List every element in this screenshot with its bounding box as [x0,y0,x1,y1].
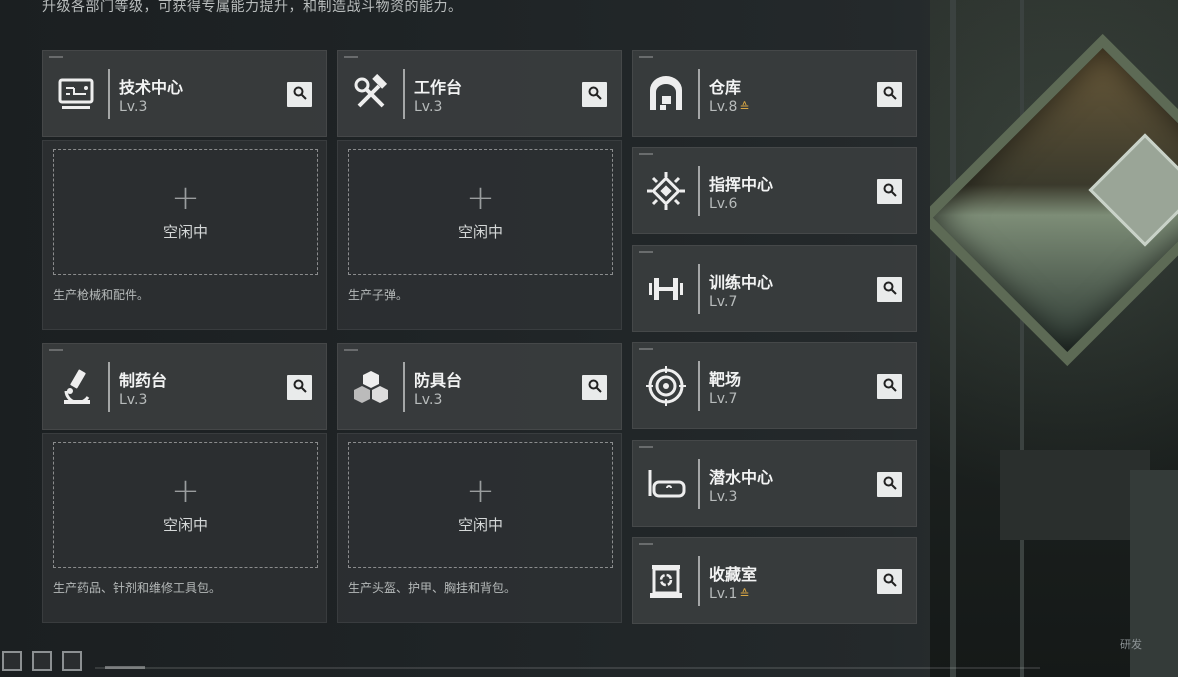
search-button[interactable] [877,82,902,107]
department-level: Lv.3 [119,392,148,408]
department-card-workbench[interactable]: 工作台 Lv.3 [337,50,622,137]
chip-icon [645,170,687,212]
slot-status: 空闲中 [162,222,208,241]
department-card-collection-room[interactable]: 收藏室 Lv.1 ≙ [632,537,917,624]
department-name: 制药台 [119,371,168,390]
department-level: Lv.3 [119,99,148,115]
add-production-button[interactable]: + 空闲中 [53,149,318,275]
add-production-button[interactable]: + 空闲中 [53,442,318,568]
slot-description: 生产子弹。 [348,288,409,302]
department-level: Lv.3 [709,489,738,505]
plus-icon: + [171,470,200,511]
department-level: Lv.6 [709,196,738,212]
search-icon [883,377,897,396]
department-card-diving-center[interactable]: 潜水中心 Lv.3 [632,440,917,527]
plus-icon: + [466,470,495,511]
department-name: 防具台 [414,371,463,390]
department-card-warehouse[interactable]: 仓库 Lv.8 ≙ [632,50,917,137]
search-button[interactable] [877,179,902,204]
search-icon [883,572,897,591]
department-name: 技术中心 [119,78,184,97]
search-button[interactable] [287,375,312,400]
add-production-button[interactable]: + 空闲中 [348,149,613,275]
search-icon [883,475,897,494]
expand-icon[interactable] [2,651,22,671]
microscope-icon [55,366,97,408]
search-icon [883,182,897,201]
department-card-pharmacy[interactable]: 制药台 Lv.3 [42,343,327,430]
department-card-training-center[interactable]: 训练中心 Lv.7 [632,245,917,332]
dumbbell-icon [645,268,687,310]
search-button[interactable] [877,569,902,594]
production-slot-workbench: + 空闲中 生产子弹。 [337,140,622,330]
bottom-toolbar [0,647,1178,677]
slot-description: 生产头盔、护甲、胸挂和背包。 [348,581,517,595]
production-slot-pharmacy: + 空闲中 生产药品、针剂和维修工具包。 [42,433,327,623]
department-level: Lv.7 [709,391,738,407]
department-level: Lv.7 [709,294,738,310]
plus-icon: + [466,177,495,218]
progress-indicator [105,666,145,669]
slot-status: 空闲中 [457,222,503,241]
search-icon [293,85,307,104]
upgrade-arrow-icon: ≙ [739,100,750,114]
production-slot-armor-bench: + 空闲中 生产头盔、护甲、胸挂和背包。 [337,433,622,623]
search-icon [588,378,602,397]
search-icon [883,280,897,299]
department-name: 收藏室 [709,565,758,584]
cubes-icon [350,366,392,408]
department-card-command-center[interactable]: 指挥中心 Lv.6 [632,147,917,234]
search-button[interactable] [877,374,902,399]
add-production-button[interactable]: + 空闲中 [348,442,613,568]
department-level: Lv.1 ≙ [709,586,750,602]
slot-status: 空闲中 [457,515,503,534]
diving-mask-icon [645,463,687,505]
slot-description: 生产枪械和配件。 [53,288,150,302]
target-icon [645,365,687,407]
production-slot-tech-center: + 空闲中 生产枪械和配件。 [42,140,327,330]
department-card-armor-bench[interactable]: 防具台 Lv.3 [337,343,622,430]
search-icon [293,378,307,397]
search-button[interactable] [582,375,607,400]
warehouse-icon [645,73,687,115]
computer-icon [55,73,97,115]
progress-track [95,667,1040,669]
department-name: 潜水中心 [709,468,774,487]
search-icon [588,85,602,104]
search-button[interactable] [877,277,902,302]
search-button[interactable] [877,472,902,497]
plus-icon: + [171,177,200,218]
share-icon[interactable] [62,651,82,671]
department-name: 指挥中心 [709,175,774,194]
department-name: 训练中心 [709,273,774,292]
department-card-shooting-range[interactable]: 靶场 Lv.7 [632,342,917,429]
department-card-tech-center[interactable]: 技术中心 Lv.3 [42,50,327,137]
search-button[interactable] [287,82,312,107]
page-description: 升级各部门等级，可获得专属能力提升，和制造战斗物资的能力。 [42,0,463,15]
slot-description: 生产药品、针剂和维修工具包。 [53,581,222,595]
search-button[interactable] [582,82,607,107]
background-artwork [930,0,1178,677]
display-case-icon [645,560,687,602]
window-icon[interactable] [32,651,52,671]
department-name: 工作台 [414,78,463,97]
department-level: Lv.8 ≙ [709,99,750,115]
department-name: 靶场 [709,370,742,389]
hammer-wrench-icon [350,73,392,115]
slot-status: 空闲中 [162,515,208,534]
department-level: Lv.3 [414,392,443,408]
department-level: Lv.3 [414,99,443,115]
watermark: 研发 [1120,638,1142,651]
department-name: 仓库 [709,78,742,97]
search-icon [883,85,897,104]
upgrade-arrow-icon: ≙ [739,587,750,601]
